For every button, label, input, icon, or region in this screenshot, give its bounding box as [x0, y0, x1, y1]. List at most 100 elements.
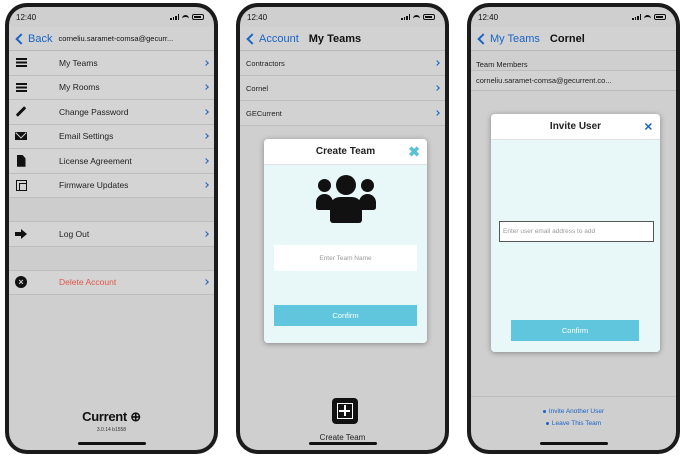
home-indicator	[539, 442, 608, 445]
confirm-button[interactable]: Confirm	[511, 320, 639, 341]
modal-body: Enter Team Name Confirm	[264, 165, 427, 343]
chevron-right-icon	[203, 157, 209, 164]
menu-item-my-teams[interactable]: My Teams	[9, 51, 214, 76]
bullet-icon	[542, 409, 546, 413]
close-icon[interactable]: ✖	[408, 143, 420, 160]
log-out-button[interactable]: Log Out	[9, 222, 214, 247]
close-circle-icon: ×	[15, 276, 27, 289]
invite-another-user-link[interactable]: Invite Another User	[471, 408, 676, 415]
menu-item-firmware-updates[interactable]: Firmware Updates	[9, 173, 214, 198]
chevron-left-icon	[477, 32, 489, 45]
status-bar: 12:40	[240, 7, 445, 27]
battery-icon	[654, 14, 666, 20]
status-time: 12:40	[247, 12, 268, 22]
delete-account-button[interactable]: × Delete Account	[9, 270, 214, 295]
modal-title: Invite User	[549, 121, 602, 132]
status-time: 12:40	[478, 12, 499, 22]
create-team-label: Create Team	[319, 433, 366, 442]
section-spacer	[9, 198, 214, 222]
leave-team-link[interactable]: Leave This Team	[471, 420, 676, 427]
team-name: GECurrent	[246, 108, 282, 118]
nav-bar: Back corneliu.saramet-comsa@gecurr...	[9, 27, 214, 51]
team-row-gecurrent[interactable]: GECurrent	[240, 101, 445, 126]
status-time: 12:40	[16, 12, 37, 22]
chevron-right-icon	[203, 230, 209, 237]
pencil-icon	[15, 106, 27, 118]
chevron-right-icon	[203, 84, 209, 91]
page-title: My Teams	[308, 32, 362, 45]
chevron-right-icon	[203, 279, 209, 286]
close-icon[interactable]: ✕	[644, 120, 653, 133]
back-label: Account	[259, 32, 299, 45]
chevron-right-icon	[203, 133, 209, 140]
signal-icon	[170, 14, 179, 20]
signal-icon	[632, 14, 641, 20]
team-name-input[interactable]: Enter Team Name	[274, 245, 417, 271]
email-input[interactable]: Enter user email address to add	[499, 221, 654, 242]
modal-header: Create Team ✖	[264, 139, 427, 165]
status-icons	[632, 14, 666, 20]
back-label: Back	[28, 32, 53, 45]
status-icons	[170, 14, 204, 20]
battery-icon	[192, 14, 204, 20]
chevron-right-icon	[434, 110, 440, 116]
page-title: Cornel	[549, 32, 585, 45]
account-email: corneliu.saramet-comsa@gecurr...	[58, 34, 174, 43]
menu-item-label: Email Settings	[59, 131, 114, 142]
member-row[interactable]: corneliu.saramet-comsa@gecurrent.co...	[471, 71, 676, 91]
list-icon	[15, 57, 27, 69]
menu-item-change-password[interactable]: Change Password	[9, 100, 214, 125]
status-icons	[401, 14, 435, 20]
team-name: Contractors	[246, 58, 285, 68]
invite-user-modal: Invite User ✕ Enter user email address t…	[491, 114, 660, 352]
chevron-right-icon	[203, 59, 209, 66]
chevron-right-icon	[203, 182, 209, 189]
menu-item-label: Firmware Updates	[59, 180, 129, 191]
team-row-contractors[interactable]: Contractors	[240, 51, 445, 76]
team-actions: Invite Another User Leave This Team	[471, 396, 676, 432]
back-label: My Teams	[490, 32, 540, 45]
section-spacer	[9, 246, 214, 271]
back-button[interactable]: Account	[245, 33, 299, 45]
bullet-icon	[545, 421, 549, 425]
modal-body: Enter user email address to add Confirm	[491, 140, 660, 352]
menu-item-email-settings[interactable]: Email Settings	[9, 124, 214, 149]
home-indicator	[77, 442, 146, 445]
team-row-cornel[interactable]: Cornel	[240, 76, 445, 101]
plus-square-icon	[337, 403, 353, 419]
back-button[interactable]: Back	[14, 33, 52, 45]
list-icon	[15, 81, 27, 93]
chevron-left-icon	[246, 32, 258, 45]
confirm-button[interactable]: Confirm	[274, 305, 417, 326]
chevron-right-icon	[434, 60, 440, 66]
create-team-modal: Create Team ✖ Enter Team Name Confirm	[264, 139, 427, 343]
menu-item-my-rooms[interactable]: My Rooms	[9, 75, 214, 100]
team-name: Cornel	[246, 83, 269, 93]
document-icon	[15, 154, 27, 167]
modal-header: Invite User ✕	[491, 114, 660, 140]
delete-account-label: Delete Account	[59, 277, 117, 288]
envelope-icon	[15, 130, 27, 142]
app-version: 3.0.14 b1558	[96, 427, 127, 433]
brand-logo: Current ⊕	[82, 409, 141, 424]
menu-item-label: Change Password	[59, 106, 129, 117]
menu-item-label: License Agreement	[59, 155, 132, 166]
create-team-button[interactable]	[332, 398, 358, 424]
menu-item-label: My Teams	[59, 57, 98, 68]
signal-icon	[401, 14, 410, 20]
modal-title: Create Team	[315, 146, 376, 157]
chevron-right-icon	[203, 108, 209, 115]
account-screen: 12:40 Back corneliu.saramet-comsa@gecurr…	[9, 7, 214, 450]
battery-icon	[423, 14, 435, 20]
stage: 12:40 Back corneliu.saramet-comsa@gecurr…	[0, 0, 680, 457]
wifi-icon	[644, 14, 651, 20]
status-bar: 12:40	[471, 7, 676, 27]
phone-account: 12:40 Back corneliu.saramet-comsa@gecurr…	[5, 3, 218, 454]
nav-bar: My Teams Cornel	[471, 27, 676, 51]
chevron-right-icon	[434, 85, 440, 91]
back-button[interactable]: My Teams	[476, 33, 540, 45]
my-teams-screen: 12:40 Account My Teams Contractors Corne…	[240, 7, 445, 450]
menu-item-license-agreement[interactable]: License Agreement	[9, 149, 214, 174]
chevron-left-icon	[15, 32, 27, 45]
log-out-label: Log Out	[59, 228, 90, 239]
